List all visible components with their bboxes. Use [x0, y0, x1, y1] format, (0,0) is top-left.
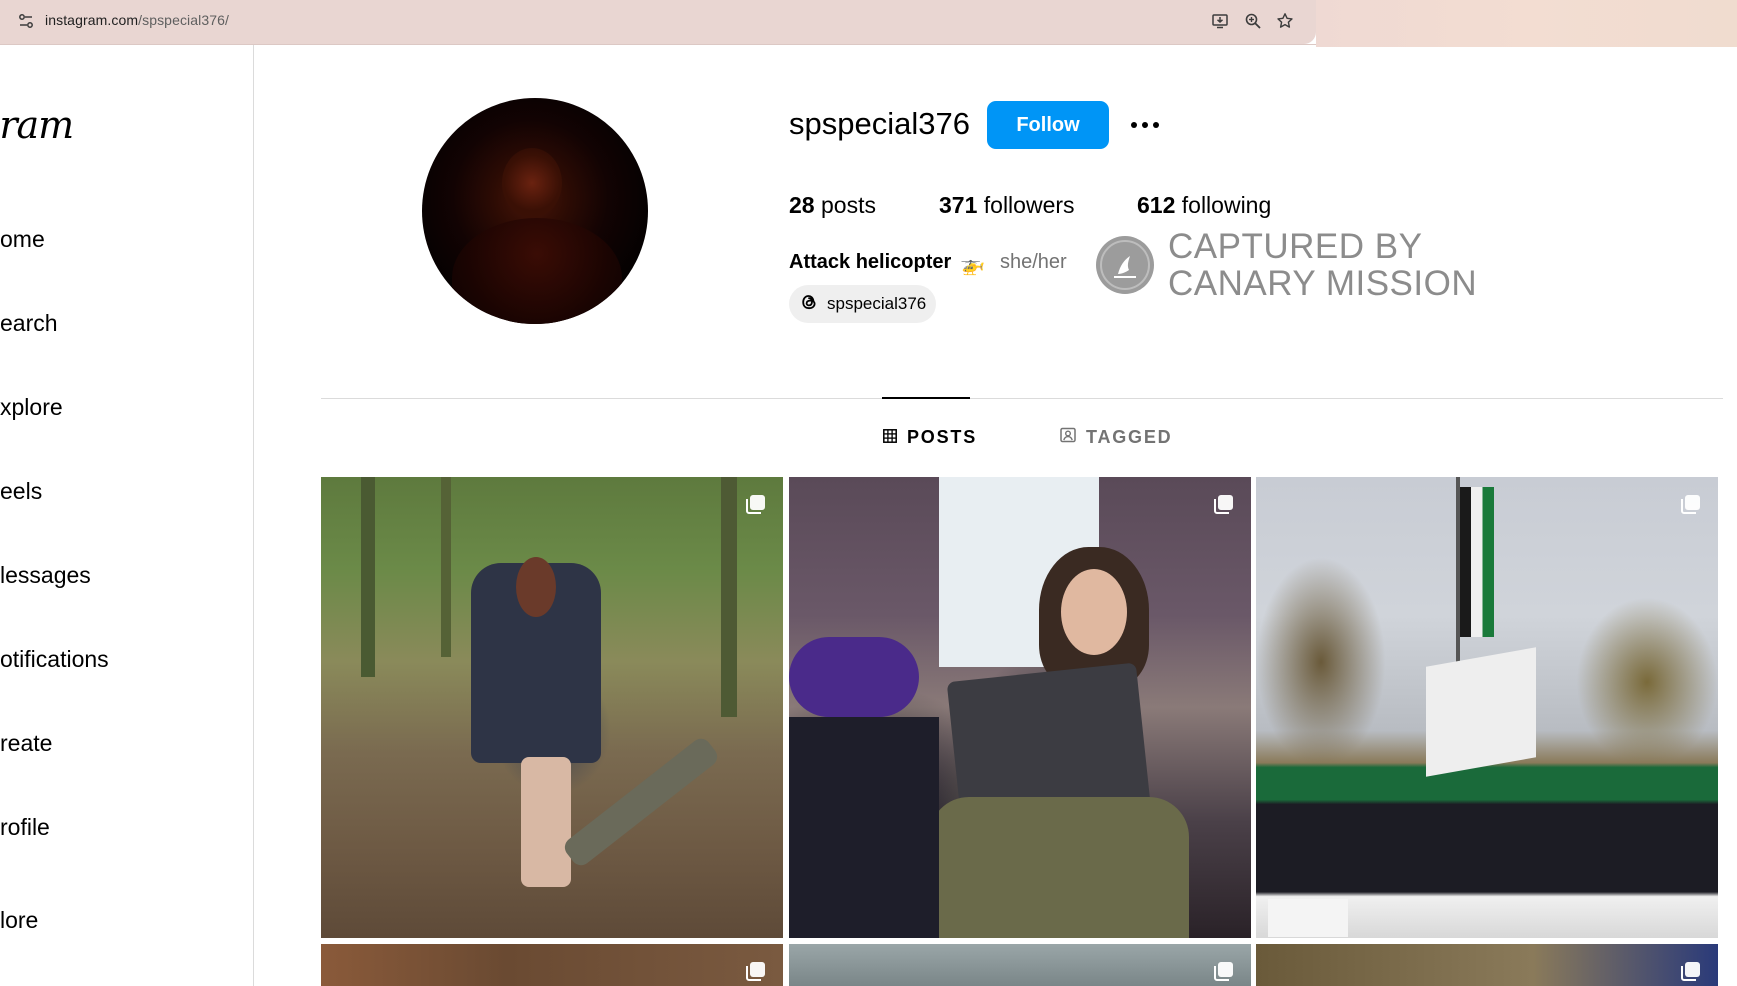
- flag: [1460, 487, 1494, 637]
- tab-tagged[interactable]: TAGGED: [1060, 427, 1172, 448]
- threads-icon: [799, 291, 819, 318]
- posts-count-label: posts: [814, 192, 876, 218]
- posts-count: 28 posts: [789, 192, 876, 219]
- camo-pants: [929, 797, 1189, 938]
- multi-photo-icon: [1680, 493, 1702, 515]
- tagged-icon: [1060, 427, 1076, 448]
- more-dot-icon: [1131, 122, 1137, 128]
- profile-username: spspecial376: [789, 106, 970, 141]
- bio-display-name: Attack helicopter: [789, 251, 952, 273]
- zoom-icon[interactable]: [1242, 10, 1264, 32]
- multi-photo-icon: [1680, 960, 1702, 982]
- tree-trunk: [721, 477, 737, 717]
- post-thumbnail-protest[interactable]: [1256, 477, 1718, 938]
- tab-posts[interactable]: POSTS: [883, 427, 977, 448]
- sidebar-item-create[interactable]: reate: [0, 730, 52, 757]
- purple-pillow: [789, 637, 919, 717]
- avatar-face: [502, 148, 562, 218]
- more-dot-icon: [1153, 122, 1159, 128]
- tab-posts-label: POSTS: [907, 427, 978, 447]
- more-dot-icon: [1142, 122, 1148, 128]
- person-legs: [521, 757, 571, 887]
- multi-photo-icon: [745, 960, 767, 982]
- multi-photo-icon: [745, 493, 767, 515]
- post-thumbnail-row2-2[interactable]: [789, 944, 1251, 986]
- sidebar-item-reels[interactable]: eels: [0, 478, 42, 505]
- following-count-label: following: [1175, 192, 1272, 218]
- site-settings-icon[interactable]: [17, 12, 35, 30]
- sidebar-item-profile[interactable]: rofile: [0, 814, 50, 841]
- tree-trunk: [441, 477, 451, 657]
- tree: [1576, 597, 1718, 767]
- followers-count-label: followers: [977, 192, 1075, 218]
- url-text[interactable]: instagram.com/spspecial376/: [45, 12, 229, 28]
- person-hair: [516, 557, 556, 617]
- address-bar[interactable]: instagram.com/spspecial376/: [0, 0, 1316, 44]
- watermark-line-2: CANARY MISSION: [1168, 264, 1478, 303]
- sidebar-item-more[interactable]: lore: [0, 907, 38, 934]
- sidebar-item-explore[interactable]: xplore: [0, 394, 63, 421]
- profile-avatar[interactable]: [422, 98, 648, 324]
- following-link[interactable]: 612 following: [1137, 192, 1271, 219]
- pronouns: she/her: [1000, 251, 1067, 273]
- followers-link[interactable]: 371 followers: [939, 192, 1075, 219]
- white-sign: [1426, 647, 1536, 777]
- patterned-blanket: [789, 717, 939, 938]
- sidebar-item-notifications[interactable]: otifications: [0, 646, 109, 673]
- bookmark-star-icon[interactable]: [1274, 10, 1296, 32]
- political-prisoners-sign: [1268, 899, 1348, 937]
- post-thumbnail-forest[interactable]: [321, 477, 783, 938]
- helicopter-emoji: 🚁: [960, 254, 985, 276]
- multi-photo-icon: [1213, 960, 1235, 982]
- threads-handle: spspecial376: [827, 294, 927, 313]
- sidebar-item-messages[interactable]: lessages: [0, 562, 91, 589]
- tree-trunk: [361, 477, 375, 677]
- posts-count-value: 28: [789, 192, 815, 218]
- threads-link[interactable]: spspecial376: [789, 285, 937, 323]
- instagram-logo[interactable]: gram: [0, 103, 74, 147]
- followers-count-value: 371: [939, 192, 978, 218]
- url-host: instagram.com: [45, 12, 139, 28]
- browser-background-strip: [1316, 0, 1737, 47]
- tab-tagged-label: TAGGED: [1086, 427, 1173, 447]
- post-thumbnail-row2-3[interactable]: [1256, 944, 1718, 986]
- sidebar: gram ome earch xplore eels lessages otif…: [0, 45, 254, 986]
- tree: [1256, 557, 1386, 767]
- avatar-figure: [452, 218, 622, 324]
- post-thumbnail-laptop[interactable]: [789, 477, 1251, 938]
- sidebar-item-home[interactable]: ome: [0, 226, 45, 253]
- canary-logo-icon: [1096, 236, 1154, 294]
- person-face: [1061, 569, 1127, 655]
- post-thumbnail-row2-1[interactable]: [321, 944, 783, 986]
- following-count-value: 612: [1137, 192, 1176, 218]
- tabs-divider: [321, 398, 1723, 399]
- watermark-text: CAPTURED BY CANARY MISSION: [1168, 228, 1477, 302]
- install-app-icon[interactable]: [1209, 10, 1231, 32]
- multi-photo-icon: [1213, 493, 1235, 515]
- follow-button[interactable]: Follow: [987, 101, 1109, 149]
- grid-icon: [883, 427, 897, 448]
- active-tab-indicator: [882, 397, 970, 399]
- watermark-line-1: CAPTURED BY: [1168, 227, 1423, 266]
- url-path: /spspecial376/: [138, 12, 230, 28]
- more-options-button[interactable]: [1127, 110, 1163, 140]
- sidebar-item-search[interactable]: earch: [0, 310, 58, 337]
